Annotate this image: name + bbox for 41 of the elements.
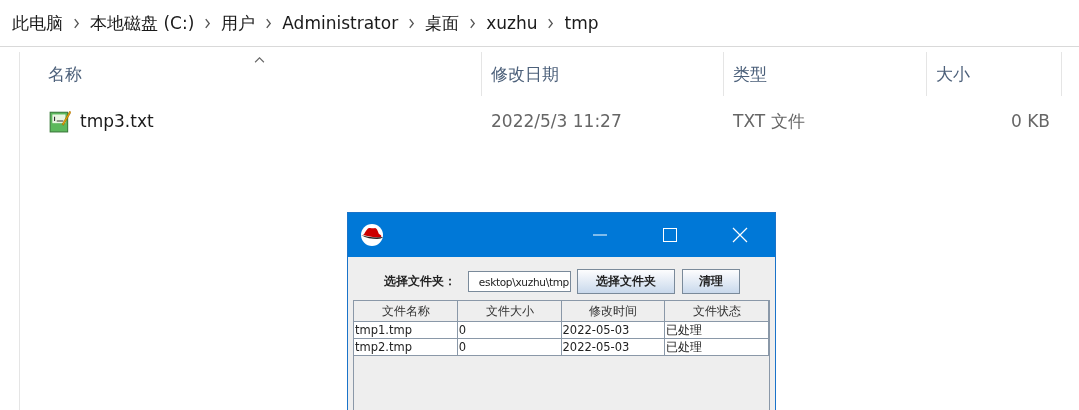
column-header[interactable]: 文件大小	[457, 301, 562, 321]
breadcrumb-item[interactable]: xuzhu	[486, 13, 538, 33]
folder-label: 选择文件夹：	[384, 273, 457, 290]
file-type: TXT 文件	[732, 109, 806, 133]
column-header[interactable]: 名称	[20, 52, 482, 96]
table-cell: 2022-05-03	[561, 322, 666, 338]
table-cell: 已处理	[665, 339, 769, 355]
choose-folder-button[interactable]: 选择文件夹	[577, 269, 675, 294]
modified-date: 2022/5/3 11:27	[490, 111, 623, 131]
text-file-icon	[49, 109, 71, 133]
column-header[interactable]: 修改日期	[482, 52, 724, 96]
breadcrumb-item[interactable]: 本地磁盘 (C:)	[90, 11, 195, 35]
chevron-icon[interactable]	[547, 17, 555, 29]
column-header[interactable]: 类型	[724, 52, 927, 96]
chevron-icon[interactable]	[469, 17, 477, 29]
table-cell: 已处理	[665, 322, 769, 338]
clean-button[interactable]: 清理	[682, 269, 740, 294]
column-header[interactable]: 文件名称	[354, 301, 458, 321]
breadcrumb-item[interactable]: 桌面	[425, 11, 460, 35]
chevron-icon[interactable]	[73, 17, 80, 29]
column-header[interactable]: 修改时间	[561, 301, 666, 321]
chevron-icon[interactable]	[265, 17, 273, 29]
chevron-icon[interactable]	[408, 17, 416, 29]
column-header[interactable]: 大小	[927, 52, 1062, 96]
breadcrumb-item[interactable]: tmp	[564, 13, 599, 33]
file-size: 0 KB	[1009, 111, 1051, 131]
close-icon[interactable]	[732, 227, 748, 243]
table-cell: 0	[457, 339, 562, 355]
file-name[interactable]: tmp3.txt	[80, 111, 154, 131]
chevron-icon[interactable]	[204, 17, 212, 29]
maximize-icon[interactable]	[662, 227, 678, 243]
table-cell: tmp1.tmp	[354, 322, 458, 338]
table-cell: tmp2.tmp	[354, 339, 458, 355]
column-header[interactable]: 文件状态	[665, 301, 769, 321]
hat-logo-icon	[360, 223, 384, 247]
breadcrumb-item[interactable]: 此电脑	[12, 11, 63, 35]
table-cell: 0	[457, 322, 562, 338]
breadcrumb-item[interactable]: Administrator	[282, 13, 399, 33]
table-cell: 2022-05-03	[561, 339, 666, 355]
folder-path-field[interactable]: esktop\xuzhu\tmp	[468, 271, 571, 292]
breadcrumb-item[interactable]: 用户	[221, 11, 256, 35]
